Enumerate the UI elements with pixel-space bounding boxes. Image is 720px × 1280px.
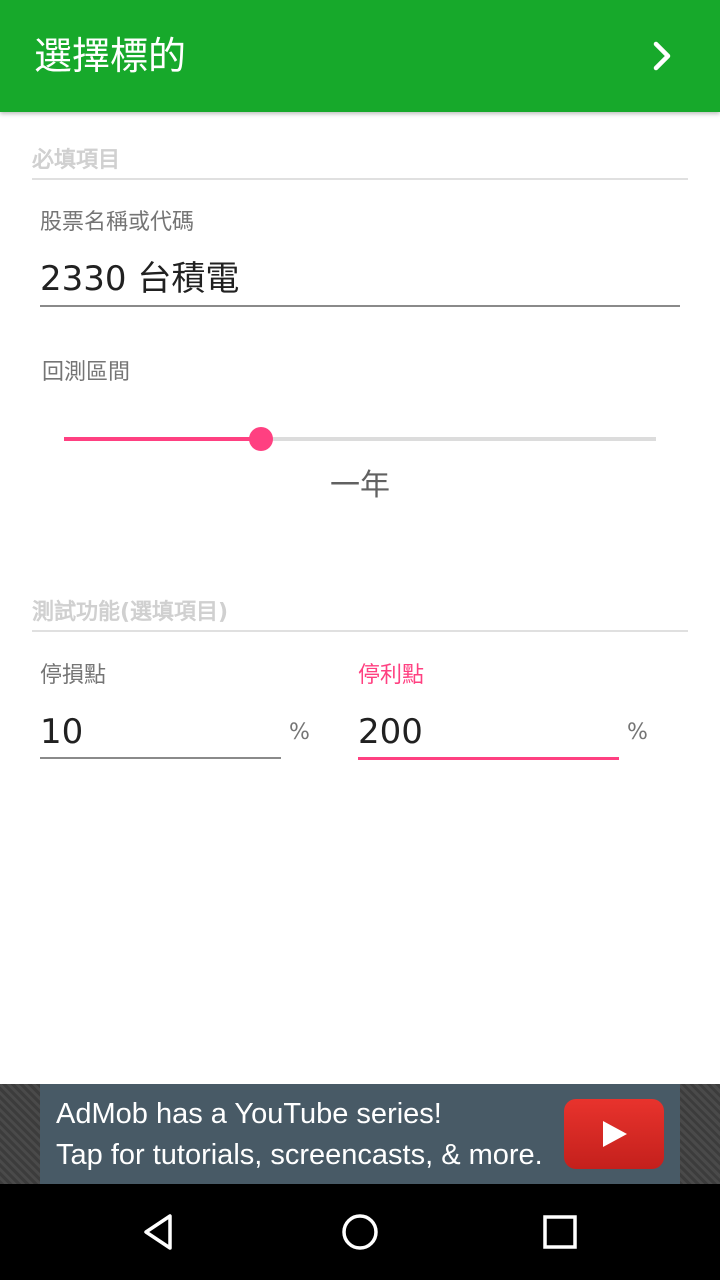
optional-section-header: 測試功能(選填項目)	[32, 598, 688, 632]
take-profit-input[interactable]: 200	[358, 710, 423, 754]
stock-input-underline	[40, 305, 680, 307]
take-profit-underline	[358, 757, 619, 760]
stop-loss-label: 停損點	[40, 663, 107, 688]
stop-loss-unit: %	[289, 720, 310, 745]
recents-square-icon	[543, 1215, 577, 1249]
home-circle-icon	[342, 1214, 378, 1250]
ad-strip: AdMob has a YouTube series! Tap for tuto…	[0, 1084, 720, 1184]
ad-subline: Tap for tutorials, screencasts, & more.	[56, 1139, 543, 1171]
period-slider[interactable]	[64, 427, 656, 451]
page-title: 選擇標的	[34, 34, 187, 78]
ad-headline: AdMob has a YouTube series!	[56, 1098, 442, 1130]
youtube-button[interactable]	[564, 1099, 664, 1169]
period-slider-fill	[64, 437, 262, 441]
period-slider-thumb[interactable]	[249, 427, 274, 451]
back-triangle-icon	[144, 1214, 172, 1250]
youtube-play-icon	[603, 1121, 627, 1147]
back-button[interactable]	[130, 1202, 190, 1262]
take-profit-unit: %	[627, 720, 648, 745]
system-nav-bar	[0, 1184, 720, 1280]
chevron-right-icon	[653, 41, 671, 71]
period-label: 回測區間	[42, 360, 131, 385]
next-button[interactable]	[634, 28, 690, 84]
required-section-header: 必填項目	[32, 146, 688, 180]
recents-button[interactable]	[530, 1202, 590, 1262]
stop-loss-underline	[40, 757, 281, 759]
stock-field-label: 股票名稱或代碼	[40, 210, 195, 235]
stop-loss-input[interactable]: 10	[40, 710, 83, 754]
home-button[interactable]	[330, 1202, 390, 1262]
ad-banner[interactable]: AdMob has a YouTube series! Tap for tuto…	[40, 1084, 680, 1184]
app-bar: 選擇標的	[0, 0, 720, 112]
take-profit-label: 停利點	[358, 663, 425, 688]
period-value: 一年	[330, 468, 390, 503]
stock-input[interactable]: 2330 台積電	[40, 257, 239, 301]
